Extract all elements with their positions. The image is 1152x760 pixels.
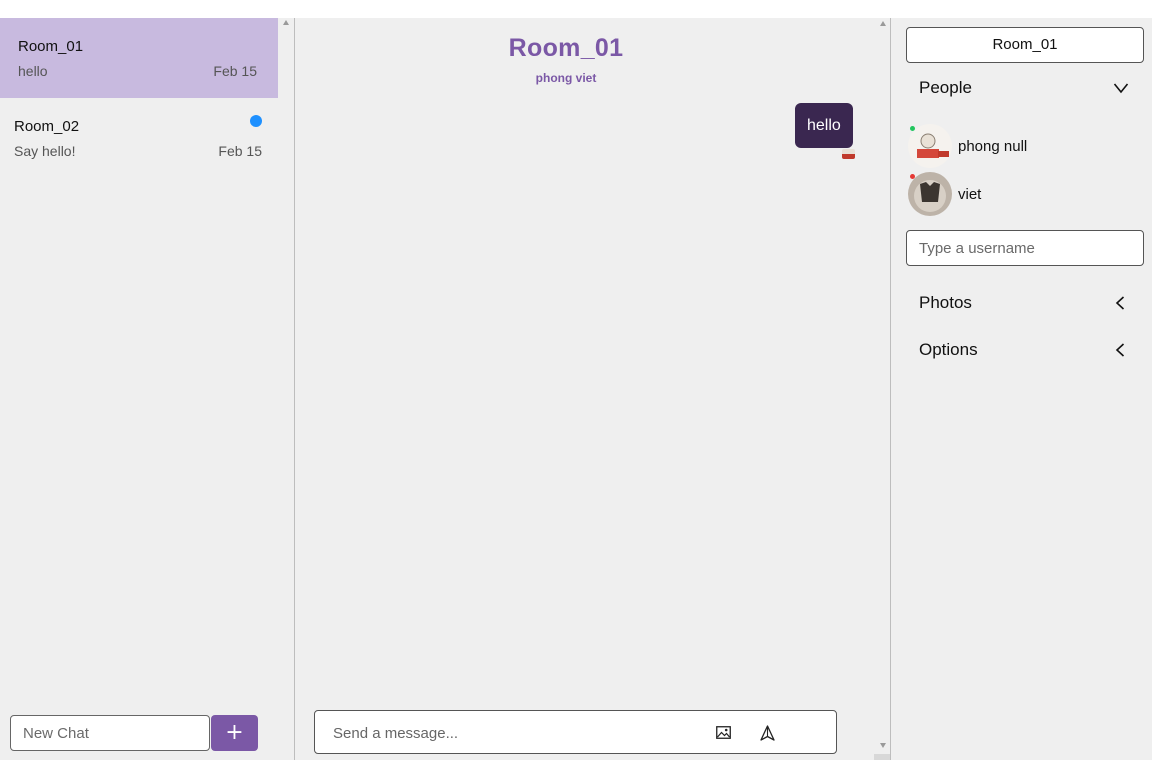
options-title: Options: [919, 340, 978, 359]
chat-title: Room_01: [508, 34, 624, 62]
room-last-message: Say hello!: [14, 143, 76, 159]
sidebar-scrollbar[interactable]: [279, 18, 295, 760]
chevron-left-icon[interactable]: [1113, 296, 1129, 310]
offline-status-indicator: [910, 174, 915, 179]
unread-indicator: [250, 115, 262, 127]
room-sidebar: Room_01 hello Feb 15 Room_02 Say hello! …: [0, 18, 295, 760]
room-list: Room_01 hello Feb 15 Room_02 Say hello! …: [0, 18, 278, 708]
room-name-box: Room_01: [906, 27, 1144, 63]
scroll-down-arrow-icon[interactable]: [880, 743, 886, 748]
chat-panel: Room_01 phong viet hello: [296, 18, 891, 760]
room-item-room-01[interactable]: Room_01 hello Feb 15: [0, 18, 278, 98]
chat-members: phong viet: [535, 71, 597, 85]
message-bubble: hello: [795, 103, 853, 148]
online-status-indicator: [910, 126, 915, 131]
person-name: phong null: [958, 138, 1028, 155]
add-chat-button[interactable]: +: [211, 715, 258, 751]
avatar: [908, 172, 952, 216]
scroll-up-arrow-icon[interactable]: [880, 21, 886, 26]
photos-section-header[interactable]: Photos: [919, 293, 1129, 313]
chat-scrollbar-thumb[interactable]: [874, 754, 890, 760]
room-name: Room_02: [14, 118, 80, 135]
photos-title: Photos: [919, 293, 972, 312]
room-last-message: hello: [18, 63, 48, 79]
chevron-left-icon[interactable]: [1113, 343, 1129, 357]
chat-app: Room_01 hello Feb 15 Room_02 Say hello! …: [0, 18, 1152, 760]
avatar: [908, 124, 952, 168]
plus-icon: +: [225, 720, 244, 745]
seen-avatar: [842, 149, 855, 159]
message-input[interactable]: [333, 721, 693, 745]
scroll-up-arrow-icon[interactable]: [283, 20, 289, 25]
room-item-room-02[interactable]: Room_02 Say hello! Feb 15: [0, 98, 278, 178]
username-input[interactable]: [906, 230, 1144, 266]
chevron-down-icon[interactable]: [1113, 81, 1129, 95]
people-title: People: [919, 78, 972, 97]
room-date: Feb 15: [213, 63, 257, 79]
room-date: Feb 15: [218, 143, 262, 159]
room-name: Room_01: [18, 38, 84, 55]
send-icon[interactable]: [760, 725, 775, 741]
options-section-header[interactable]: Options: [919, 340, 1129, 360]
new-chat-input[interactable]: [10, 715, 210, 751]
image-icon[interactable]: [716, 726, 731, 739]
message-composer: [314, 710, 837, 754]
people-section-header[interactable]: People: [919, 78, 1129, 98]
person-name: viet: [958, 186, 982, 203]
room-details-panel: Room_01 People phong null viet Type a us…: [892, 18, 1152, 760]
